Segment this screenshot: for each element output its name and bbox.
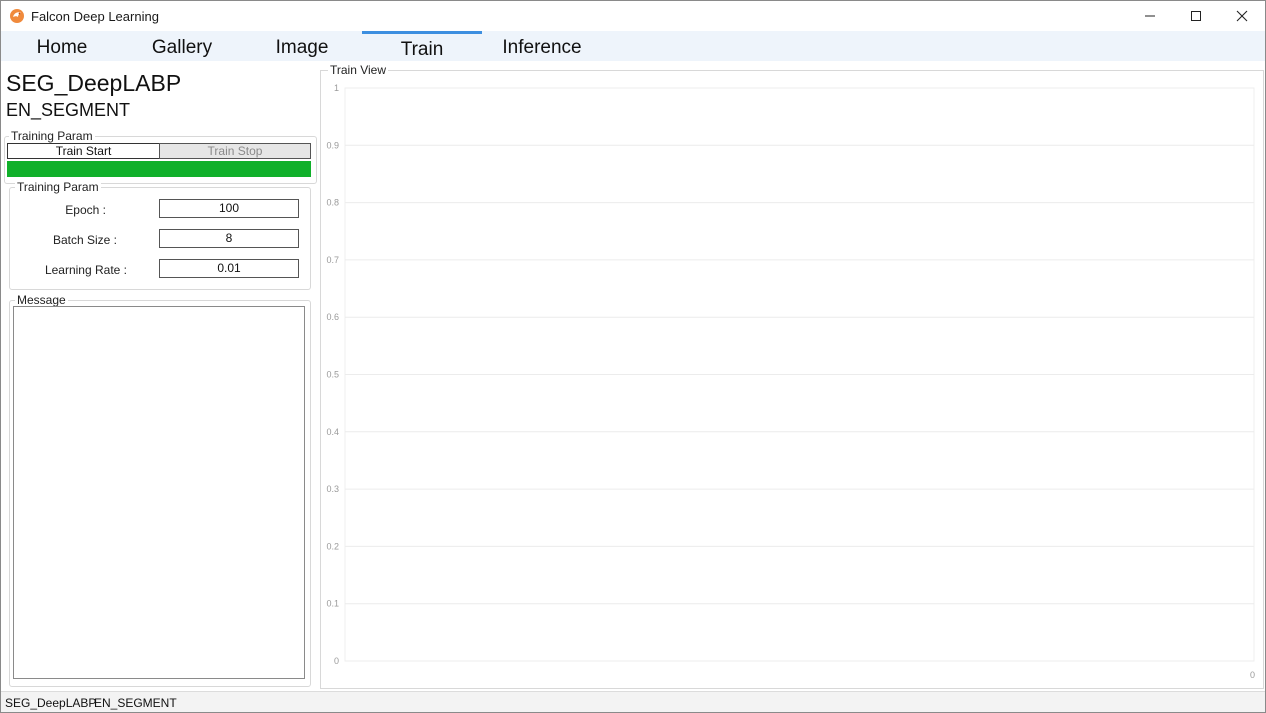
left-panel: SEG_DeepLABP EN_SEGMENT Training Param T… bbox=[1, 61, 317, 689]
learning-rate-field[interactable]: 0.01 bbox=[159, 259, 299, 278]
batch-size-field[interactable]: 8 bbox=[159, 229, 299, 248]
tab-train[interactable]: Train bbox=[362, 31, 482, 61]
window-title: Falcon Deep Learning bbox=[31, 9, 159, 24]
message-textarea[interactable] bbox=[13, 306, 305, 679]
model-type: EN_SEGMENT bbox=[6, 100, 131, 120]
status-model-type: EN_SEGMENT bbox=[94, 696, 177, 710]
training-param-legend: Training Param bbox=[15, 180, 101, 194]
tab-home[interactable]: Home bbox=[2, 31, 122, 61]
tab-image[interactable]: Image bbox=[242, 31, 362, 61]
training-control-legend: Training Param bbox=[9, 129, 95, 143]
maximize-button[interactable] bbox=[1173, 1, 1219, 31]
y-tick-label: 0.6 bbox=[326, 312, 339, 322]
status-bar: SEG_DeepLABP EN_SEGMENT bbox=[1, 691, 1265, 712]
app-window: Falcon Deep Learning Home Gallery Image … bbox=[0, 0, 1266, 713]
y-tick-label: 0.4 bbox=[326, 427, 339, 437]
epoch-label: Epoch : bbox=[65, 203, 106, 217]
status-model-name: SEG_DeepLABP bbox=[5, 696, 97, 710]
y-tick-label: 0.9 bbox=[326, 140, 339, 150]
y-tick-label: 0.2 bbox=[326, 541, 339, 551]
tab-gallery[interactable]: Gallery bbox=[122, 31, 242, 61]
train-stop-button[interactable]: Train Stop bbox=[159, 143, 311, 159]
maximize-icon bbox=[1191, 11, 1201, 21]
epoch-field[interactable]: 100 bbox=[159, 199, 299, 218]
training-progress-bar bbox=[7, 161, 311, 177]
close-button[interactable] bbox=[1219, 1, 1265, 31]
title-bar[interactable]: Falcon Deep Learning bbox=[1, 1, 1265, 31]
batch-size-label: Batch Size : bbox=[52, 233, 117, 247]
y-tick-label: 0.1 bbox=[326, 599, 339, 609]
y-tick-label: 0.3 bbox=[326, 484, 339, 494]
y-tick-label: 0 bbox=[334, 656, 339, 666]
y-tick-label: 1 bbox=[334, 83, 339, 93]
y-tick-label: 0.8 bbox=[326, 198, 339, 208]
message-legend: Message bbox=[15, 293, 68, 307]
train-start-button[interactable]: Train Start bbox=[7, 143, 160, 159]
tab-bar: Home Gallery Image Train Inference bbox=[1, 31, 1265, 61]
y-tick-label: 0.5 bbox=[326, 370, 339, 380]
model-name: SEG_DeepLABP bbox=[6, 70, 182, 96]
x-tick-label: 0 bbox=[1250, 670, 1255, 680]
falcon-logo-icon bbox=[9, 8, 25, 24]
training-progress-fill bbox=[7, 161, 311, 177]
minimize-icon bbox=[1145, 15, 1155, 17]
train-chart: 1 0.9 0.8 0.7 0.6 0.5 0.4 0.3 0.2 0.1 0 0 bbox=[326, 83, 1255, 680]
close-icon bbox=[1236, 10, 1248, 22]
y-tick-label: 0.7 bbox=[326, 255, 339, 265]
tab-inference[interactable]: Inference bbox=[482, 31, 602, 61]
minimize-button[interactable] bbox=[1127, 1, 1173, 31]
learning-rate-label: Learning Rate : bbox=[44, 263, 127, 277]
